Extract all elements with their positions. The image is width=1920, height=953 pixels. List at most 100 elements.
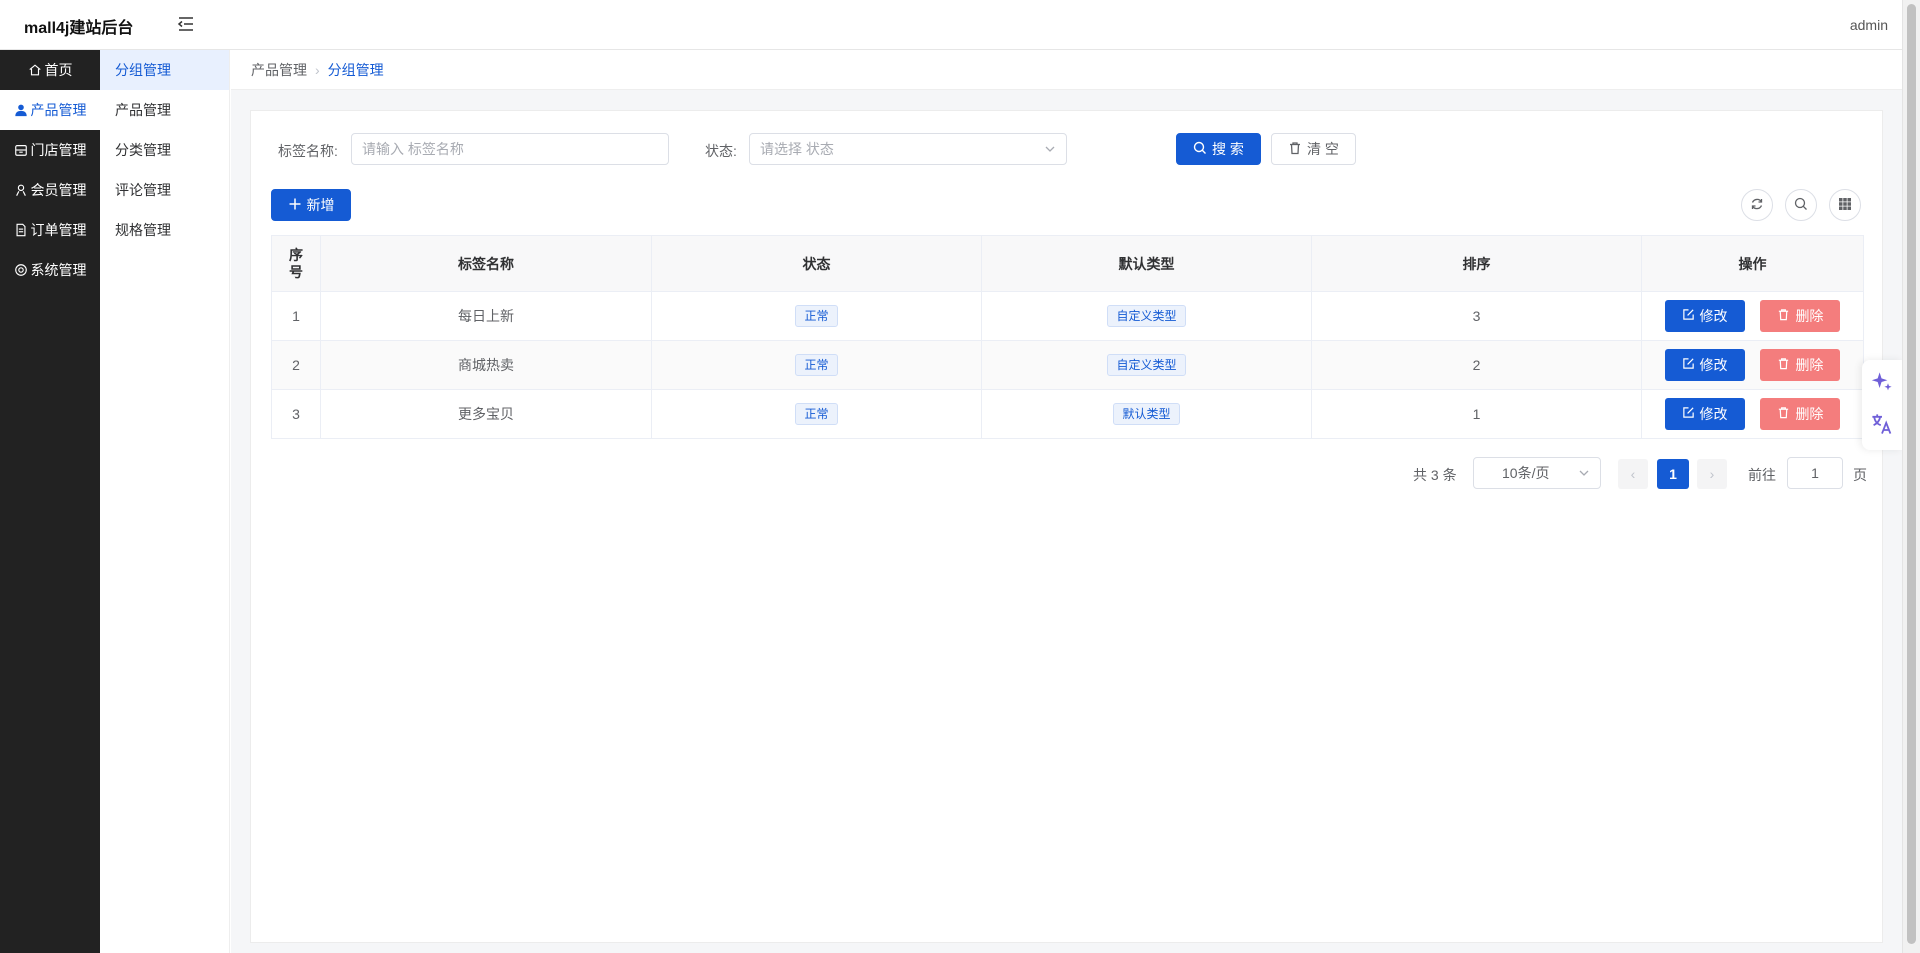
sidebar-item-system[interactable]: 系统管理 — [0, 250, 100, 290]
edit-icon — [1682, 308, 1700, 324]
sidebar-item-label: 系统管理 — [30, 262, 87, 278]
clear-button[interactable]: 清 空 — [1271, 133, 1356, 165]
ai-sparkle-icon[interactable] — [1870, 370, 1894, 394]
cell-name: 每日上新 — [320, 291, 652, 341]
page-size-value: 10条/页 — [1502, 465, 1550, 481]
cell-index: 1 — [271, 291, 321, 341]
next-page-button[interactable]: › — [1697, 459, 1727, 489]
trash-icon — [1777, 308, 1795, 324]
sidebar-item-label: 门店管理 — [30, 142, 87, 158]
delete-button-label: 删除 — [1795, 357, 1824, 373]
toggle-search-button[interactable] — [1785, 189, 1817, 221]
sidebar-item-home[interactable]: 首页 — [0, 50, 100, 90]
table-header-row: 序号 标签名称 状态 默认类型 排序 操作 — [271, 235, 1864, 292]
column-header-index: 序号 — [271, 235, 321, 292]
goto-page-input[interactable] — [1787, 457, 1843, 489]
page-number-current[interactable]: 1 — [1657, 459, 1689, 489]
edit-button[interactable]: 修改 — [1664, 398, 1745, 430]
sidebar-item-members[interactable]: 会员管理 — [0, 170, 100, 210]
chevron-left-icon: ‹ — [1630, 466, 1636, 482]
main-content: 标签名称: 状态: 搜 索 清 空 新增 — [231, 90, 1902, 953]
pagination: 共 3 条 10条/页 ‹ 1 › 前往 页 — [251, 457, 1882, 489]
status-badge: 正常 — [795, 403, 838, 425]
edit-button[interactable]: 修改 — [1664, 300, 1745, 332]
edit-button-label: 修改 — [1699, 308, 1728, 324]
search-button[interactable]: 搜 索 — [1176, 133, 1261, 165]
subnav-item-categories[interactable]: 分类管理 — [100, 130, 229, 170]
chevron-right-icon: › — [1709, 466, 1715, 482]
menu-collapse-icon[interactable] — [176, 14, 196, 34]
translate-icon[interactable] — [1870, 412, 1894, 436]
search-icon — [1794, 197, 1808, 214]
floating-toolbar — [1862, 360, 1902, 450]
primary-sidebar: 首页 产品管理 门店管理 会员管理 订单管理 系统管理 — [0, 50, 100, 953]
cell-sort: 3 — [1311, 291, 1642, 341]
status-filter-select[interactable] — [749, 133, 1067, 165]
prev-page-button[interactable]: ‹ — [1618, 459, 1648, 489]
cell-type: 自定义类型 — [981, 291, 1312, 341]
type-badge: 自定义类型 — [1107, 354, 1186, 376]
subnav-item-products[interactable]: 产品管理 — [100, 90, 229, 130]
home-icon — [28, 63, 42, 77]
content-card: 标签名称: 状态: 搜 索 清 空 新增 — [250, 110, 1883, 943]
sidebar-item-stores[interactable]: 门店管理 — [0, 130, 100, 170]
sidebar-item-orders[interactable]: 订单管理 — [0, 210, 100, 250]
scrollbar-thumb[interactable] — [1907, 4, 1916, 944]
sidebar-item-products[interactable]: 产品管理 — [0, 90, 100, 130]
cell-status: 正常 — [651, 291, 982, 341]
subnav-item-specs[interactable]: 规格管理 — [100, 210, 229, 250]
subnav-item-groups[interactable]: 分组管理 — [100, 50, 229, 90]
delete-button-label: 删除 — [1795, 406, 1824, 422]
page-scrollbar[interactable] — [1902, 0, 1920, 953]
name-filter-label: 标签名称: — [278, 143, 338, 159]
user-icon — [14, 103, 28, 117]
delete-button[interactable]: 删除 — [1760, 349, 1841, 381]
goto-label: 前往 — [1748, 467, 1776, 483]
pagination-total: 共 3 条 — [1413, 467, 1457, 483]
page-size-select[interactable]: 10条/页 — [1473, 457, 1601, 489]
member-icon — [14, 183, 28, 197]
add-button-label: 新增 — [306, 197, 335, 213]
delete-button[interactable]: 删除 — [1760, 300, 1841, 332]
delete-button[interactable]: 删除 — [1760, 398, 1841, 430]
table-row: 2 商城热卖 正常 自定义类型 2 修改 删除 — [271, 340, 1864, 390]
search-button-label: 搜 索 — [1212, 141, 1244, 157]
add-button[interactable]: 新增 — [271, 189, 351, 221]
subnav-item-comments[interactable]: 评论管理 — [100, 170, 229, 210]
type-badge: 自定义类型 — [1107, 305, 1186, 327]
store-icon — [14, 143, 28, 157]
name-filter-input[interactable] — [351, 133, 669, 165]
trash-icon — [1288, 141, 1307, 158]
search-icon — [1193, 141, 1212, 158]
delete-button-label: 删除 — [1795, 308, 1824, 324]
type-badge: 默认类型 — [1113, 403, 1180, 425]
search-form: 标签名称: 状态: 搜 索 清 空 — [251, 133, 1882, 165]
edit-button-label: 修改 — [1699, 406, 1728, 422]
groups-table: 序号 标签名称 状态 默认类型 排序 操作 1 每日上新 正常 自定义类型 3 … — [271, 235, 1864, 439]
breadcrumb: 产品管理 › 分组管理 — [231, 51, 1902, 90]
breadcrumb-current: 分组管理 — [327, 62, 384, 78]
column-header-sort: 排序 — [1311, 235, 1642, 292]
refresh-button[interactable] — [1741, 189, 1773, 221]
breadcrumb-parent[interactable]: 产品管理 — [251, 60, 307, 80]
top-header: mall4j建站后台 admin — [0, 0, 1902, 50]
cell-actions: 修改 删除 — [1641, 291, 1864, 341]
cell-status: 正常 — [651, 389, 982, 439]
sidebar-item-label: 产品管理 — [30, 102, 87, 118]
cell-actions: 修改 删除 — [1641, 340, 1864, 390]
cell-status: 正常 — [651, 340, 982, 390]
page-suffix-label: 页 — [1853, 467, 1867, 483]
cell-index: 3 — [271, 389, 321, 439]
column-header-name: 标签名称 — [320, 235, 652, 292]
columns-button[interactable] — [1829, 189, 1861, 221]
clear-button-label: 清 空 — [1307, 141, 1339, 157]
user-menu[interactable]: admin — [1850, 17, 1888, 33]
edit-button[interactable]: 修改 — [1664, 349, 1745, 381]
sidebar-item-label: 首页 — [44, 62, 73, 78]
column-header-actions: 操作 — [1641, 235, 1864, 292]
cell-name: 商城热卖 — [320, 340, 652, 390]
table-row: 3 更多宝贝 正常 默认类型 1 修改 删除 — [271, 389, 1864, 439]
cell-index: 2 — [271, 340, 321, 390]
cell-type: 默认类型 — [981, 389, 1312, 439]
edit-icon — [1682, 406, 1700, 422]
